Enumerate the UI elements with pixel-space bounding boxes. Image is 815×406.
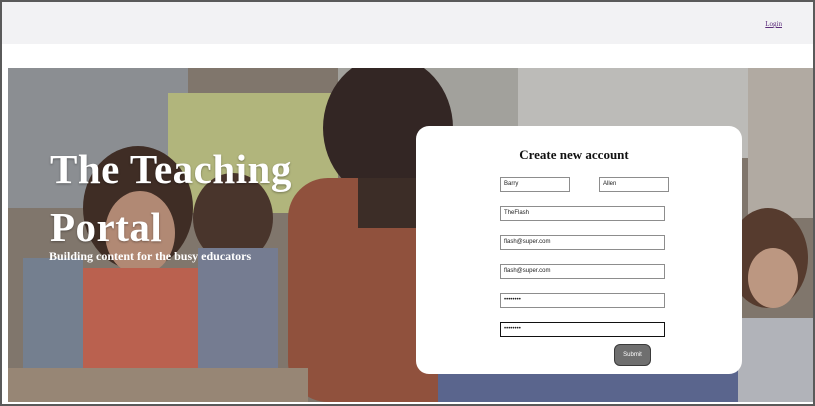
header-spacer xyxy=(2,44,813,68)
top-navbar: Login xyxy=(2,2,813,44)
signup-form-card: Create new account Barry Allen TheFlash … xyxy=(416,126,742,374)
password-confirm-input[interactable]: •••••••• xyxy=(500,322,665,337)
email-input[interactable]: flash@super.com xyxy=(500,235,665,250)
password-input[interactable]: •••••••• xyxy=(500,293,665,308)
username-input[interactable]: TheFlash xyxy=(500,206,665,221)
email-confirm-input[interactable]: flash@super.com xyxy=(500,264,665,279)
login-link[interactable]: Login xyxy=(765,20,782,28)
hero-title: The Teaching Portal xyxy=(50,146,292,250)
first-name-input[interactable]: Barry xyxy=(500,177,570,192)
last-name-input[interactable]: Allen xyxy=(599,177,669,192)
hero-section: The Teaching Portal Building content for… xyxy=(8,68,813,402)
form-heading: Create new account xyxy=(519,147,629,162)
submit-button[interactable]: Submit xyxy=(614,344,651,366)
hero-subtitle: Building content for the busy educators xyxy=(49,249,252,263)
